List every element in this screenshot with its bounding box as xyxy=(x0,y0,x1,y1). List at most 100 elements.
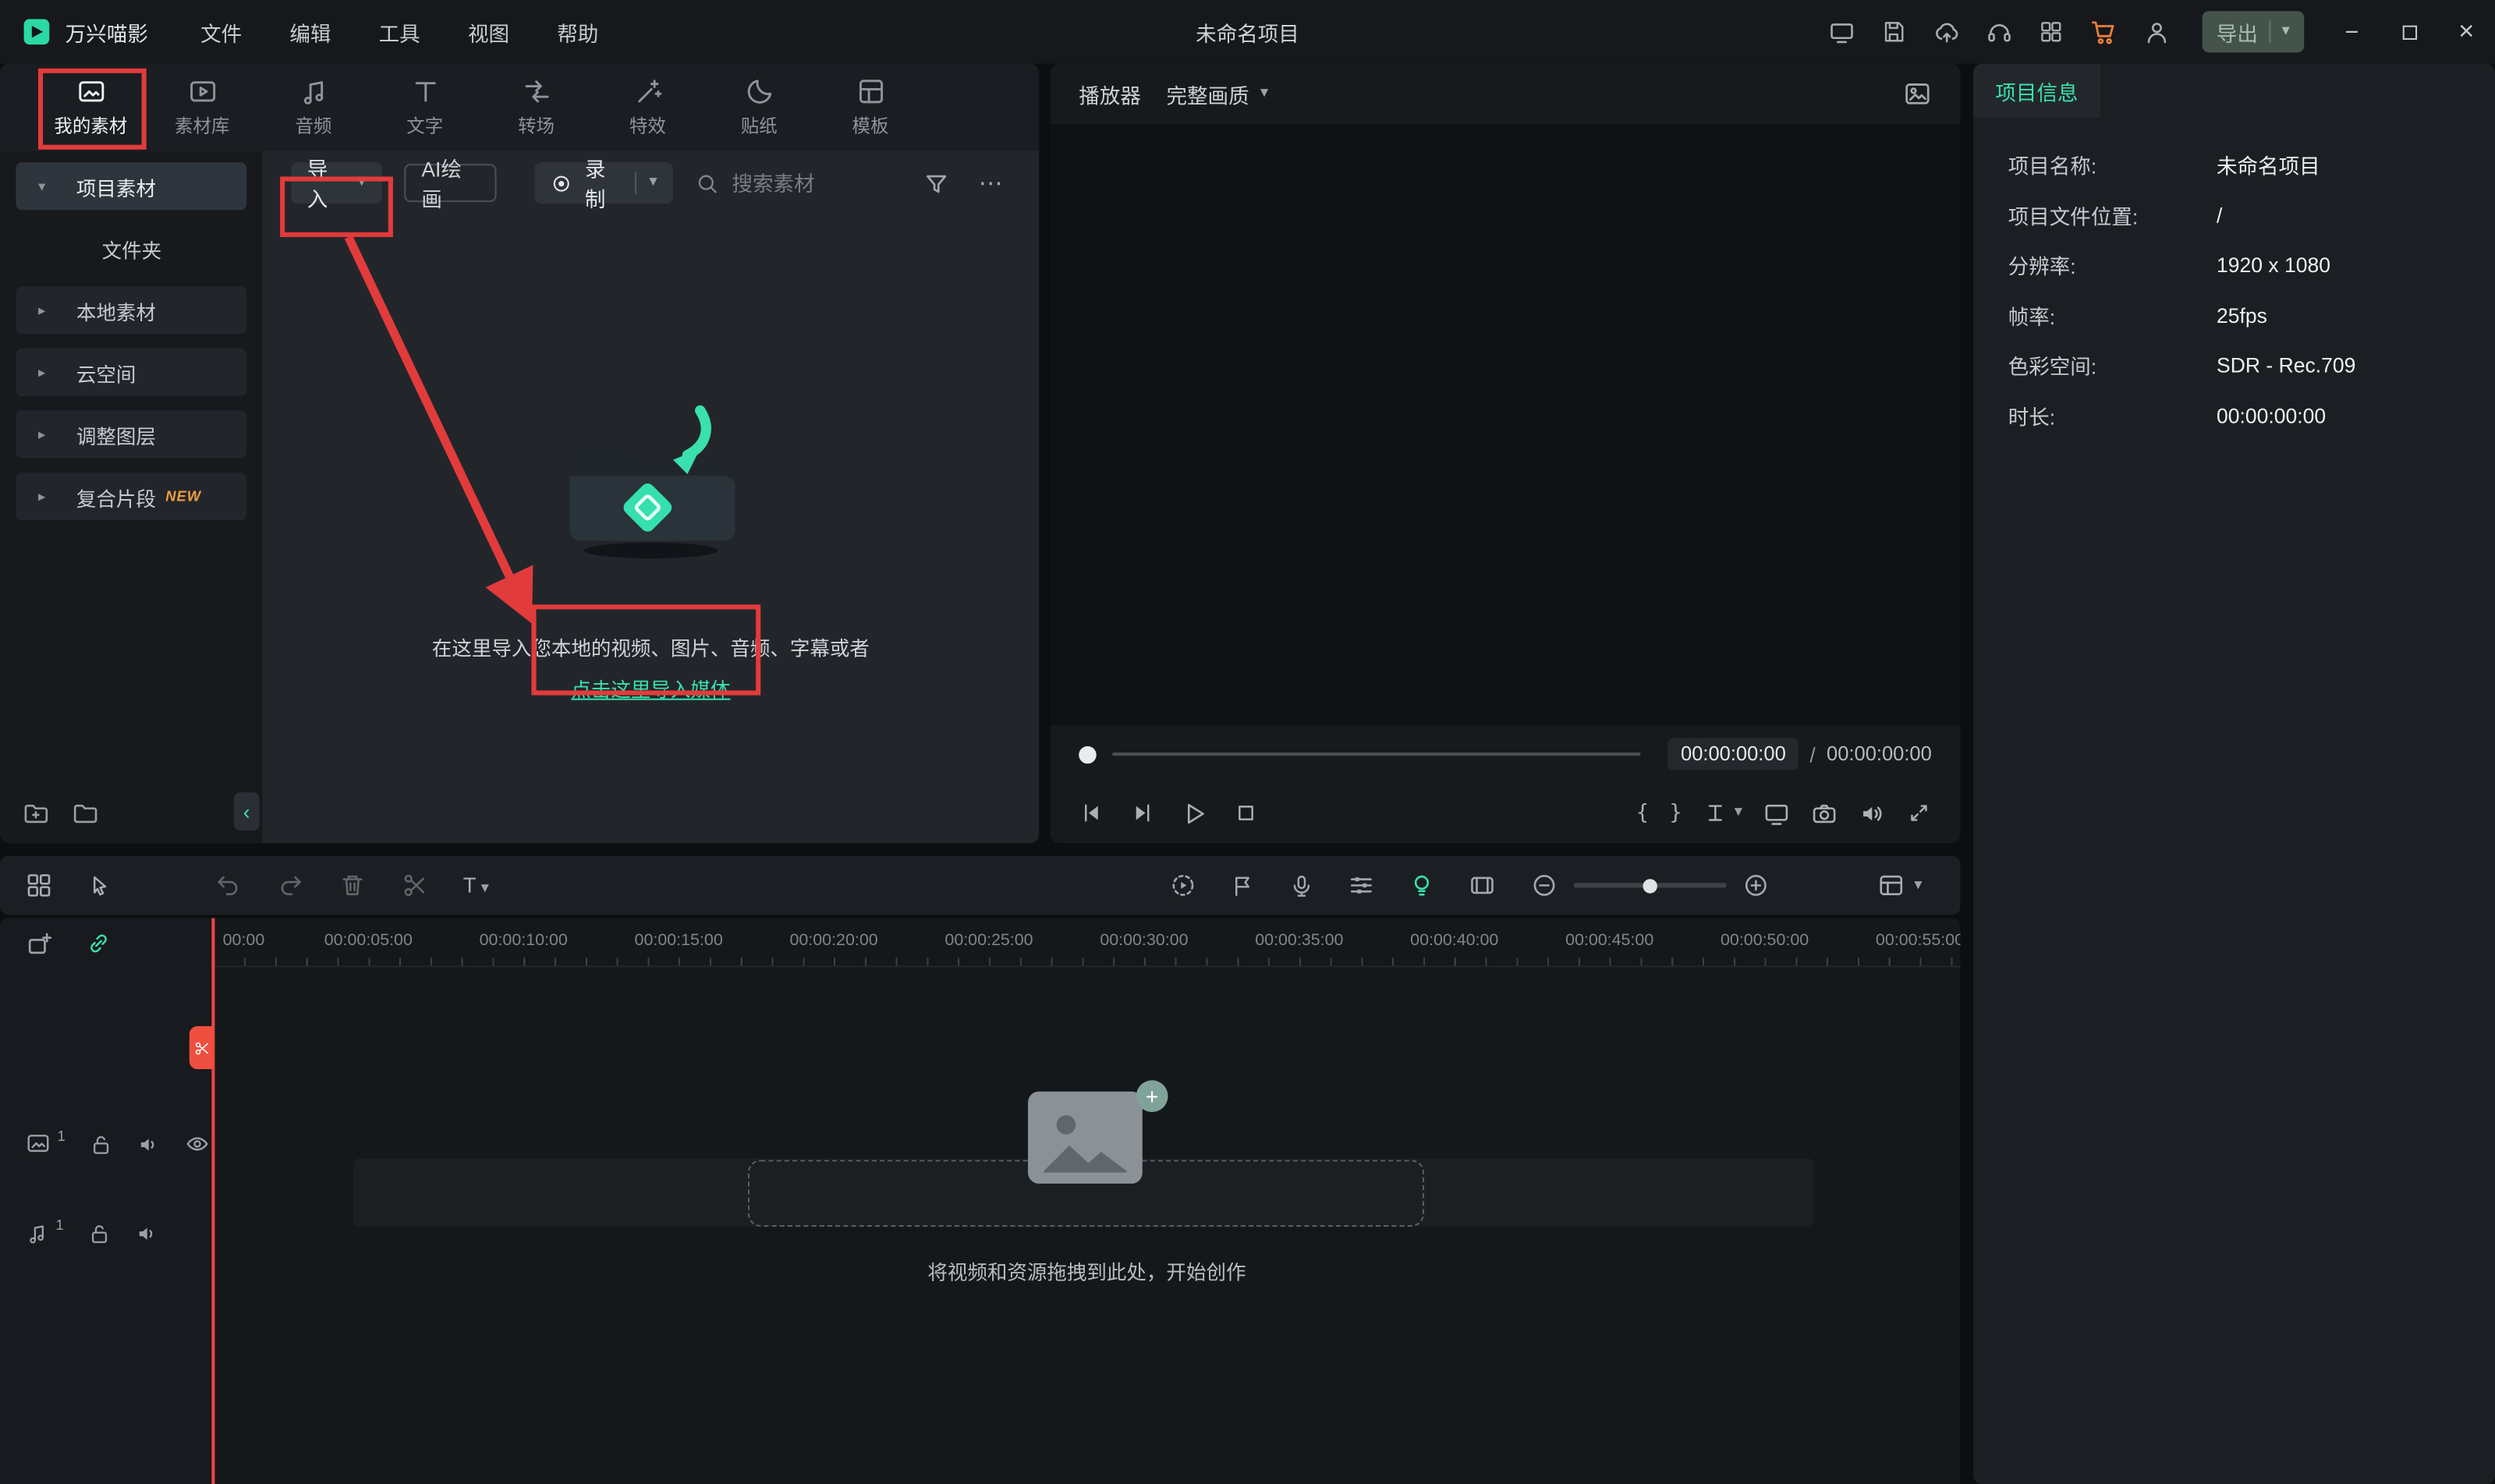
mirror-screen-icon[interactable] xyxy=(1763,799,1791,827)
mute-speaker-icon[interactable] xyxy=(135,1221,159,1245)
apps-grid-icon[interactable] xyxy=(2025,0,2078,64)
zoom-slider[interactable] xyxy=(1573,878,1727,893)
select-cursor-icon[interactable] xyxy=(87,873,113,898)
previous-frame-icon[interactable] xyxy=(1079,800,1104,826)
fullscreen-icon[interactable] xyxy=(1906,800,1932,826)
quality-dropdown[interactable]: 完整画质 ▾ xyxy=(1166,79,1268,109)
add-clip-icon[interactable] xyxy=(26,929,55,958)
next-frame-icon[interactable] xyxy=(1130,800,1156,826)
mark-out-icon[interactable]: } xyxy=(1669,801,1682,825)
headset-icon[interactable] xyxy=(1973,0,2025,64)
field-label: 时长: xyxy=(2008,405,2056,430)
snapshot-camera-icon[interactable] xyxy=(1811,799,1838,827)
filter-sort-icon[interactable] xyxy=(923,169,950,197)
record-icon xyxy=(553,175,569,191)
seek-track[interactable] xyxy=(1112,752,1641,756)
render-preview-icon[interactable] xyxy=(1170,872,1197,899)
dual-screen-icon[interactable] xyxy=(1816,0,1868,64)
undo-icon[interactable] xyxy=(214,872,242,899)
menu-view[interactable]: 视图 xyxy=(444,16,533,47)
more-options-icon[interactable]: ⋯ xyxy=(979,168,1005,197)
marker-flag-icon[interactable] xyxy=(1230,873,1256,898)
visibility-eye-icon[interactable] xyxy=(185,1132,211,1157)
video-track-icon[interactable] xyxy=(26,1132,51,1157)
close-button[interactable]: × xyxy=(2438,0,2495,64)
timeline-view-toggle[interactable]: ▾ xyxy=(1877,872,1923,899)
audio-track-icon[interactable] xyxy=(26,1221,50,1245)
tab-templates[interactable]: 模板 xyxy=(815,64,927,151)
sidebar-item-label: 本地素材 xyxy=(76,301,156,324)
user-icon[interactable] xyxy=(2131,0,2183,64)
search-input[interactable] xyxy=(732,171,923,195)
zoom-slider-handle[interactable] xyxy=(1643,878,1657,893)
tab-my-media[interactable]: 我的素材 xyxy=(35,64,147,151)
delete-icon[interactable] xyxy=(339,872,367,899)
zoom-in-icon[interactable] xyxy=(1742,872,1770,899)
seek-handle[interactable] xyxy=(1079,745,1097,763)
tab-effects[interactable]: 特效 xyxy=(592,64,703,151)
titlebar-right: 导出 ▾ − × xyxy=(1816,0,2495,64)
sidebar-item-adjustment-layer[interactable]: ▸ 调整图层 xyxy=(16,410,247,459)
minimize-button[interactable]: − xyxy=(2323,0,2380,64)
import-folder-illustration[interactable] xyxy=(546,402,756,561)
ruler-label: 00:00:05:00 xyxy=(324,930,413,950)
playhead[interactable] xyxy=(211,918,215,1484)
menu-edit[interactable]: 编辑 xyxy=(266,16,355,47)
tab-transitions[interactable]: 转场 xyxy=(480,64,592,151)
sidebar-item-cloud-space[interactable]: ▸ 云空间 xyxy=(16,348,247,397)
link-clips-icon[interactable] xyxy=(86,931,112,957)
maximize-button[interactable] xyxy=(2380,0,2437,64)
tab-stock-media[interactable]: 素材库 xyxy=(147,64,258,151)
import-button[interactable]: 导入 ▾ xyxy=(291,158,382,211)
film-frame-icon[interactable] xyxy=(1469,872,1496,899)
tab-label: 模板 xyxy=(852,117,889,137)
text-tool-button[interactable]: T ▾ xyxy=(463,873,489,898)
cloud-upload-icon[interactable] xyxy=(1920,0,1972,64)
volume-icon[interactable] xyxy=(1859,799,1886,827)
save-icon[interactable] xyxy=(1868,0,1920,64)
audio-mixer-icon[interactable] xyxy=(1348,872,1375,899)
tab-stickers[interactable]: 贴纸 xyxy=(703,64,815,151)
menu-help[interactable]: 帮助 xyxy=(533,16,622,47)
sidebar-item-local-media[interactable]: ▸ 本地素材 xyxy=(16,286,247,335)
preview-picture-icon[interactable] xyxy=(1903,80,1932,108)
menu-file[interactable]: 文件 xyxy=(176,16,265,47)
lock-icon[interactable] xyxy=(89,1132,113,1156)
preview-screen[interactable] xyxy=(1050,124,1961,726)
sidebar-item-project-media[interactable]: ▾ 项目素材 xyxy=(16,162,247,211)
import-hint-text: 在这里导入您本地的视频、图片、音频、字幕或者 xyxy=(431,638,870,661)
mark-in-icon[interactable]: { xyxy=(1636,801,1649,825)
export-button[interactable]: 导出 ▾ xyxy=(2202,11,2305,53)
menu-tools[interactable]: 工具 xyxy=(355,16,444,47)
trim-tool-icon[interactable]: ▾ xyxy=(1703,800,1742,826)
redo-icon[interactable] xyxy=(277,872,304,899)
quality-value: 完整画质 xyxy=(1166,83,1249,108)
add-media-badge[interactable]: + xyxy=(1136,1080,1168,1113)
stop-icon[interactable] xyxy=(1233,800,1259,826)
zoom-out-icon[interactable] xyxy=(1531,872,1558,899)
tab-project-info[interactable]: 项目信息 xyxy=(1972,63,2101,118)
ai-paint-button[interactable]: AI绘画 xyxy=(403,158,497,211)
track-layout-icon[interactable] xyxy=(26,872,53,899)
sidebar-item-folder[interactable]: 文件夹 xyxy=(16,225,246,272)
smart-light-icon[interactable] xyxy=(1409,872,1436,899)
playhead-scissors-handle[interactable] xyxy=(189,1025,214,1070)
play-icon[interactable] xyxy=(1181,799,1208,827)
caret-right-icon: ▸ xyxy=(37,363,46,380)
voiceover-mic-icon[interactable] xyxy=(1289,873,1315,898)
folder-icon[interactable] xyxy=(72,800,99,827)
tab-label: 文字 xyxy=(406,117,444,137)
import-media-link[interactable]: 点击这里导入媒体 xyxy=(571,673,730,703)
split-scissors-icon[interactable] xyxy=(401,872,428,899)
ruler-label: 00:00:45:00 xyxy=(1565,930,1654,950)
cart-icon[interactable] xyxy=(2078,0,2130,64)
tab-text[interactable]: 文字 xyxy=(369,64,480,151)
sidebar-item-compound-clip[interactable]: ▸ 复合片段 NEW xyxy=(16,472,247,521)
lock-icon[interactable] xyxy=(87,1221,112,1245)
tab-audio[interactable]: 音频 xyxy=(258,64,370,151)
record-button[interactable]: 录制 ▾ xyxy=(534,158,674,211)
sidebar-collapse-button[interactable]: ‹ xyxy=(233,792,260,831)
new-folder-icon[interactable] xyxy=(23,800,50,827)
timeline-ruler[interactable]: 00:00 00:00:05:00 00:00:10:00 00:00:15:0… xyxy=(213,918,1961,968)
mute-speaker-icon[interactable] xyxy=(136,1132,161,1156)
